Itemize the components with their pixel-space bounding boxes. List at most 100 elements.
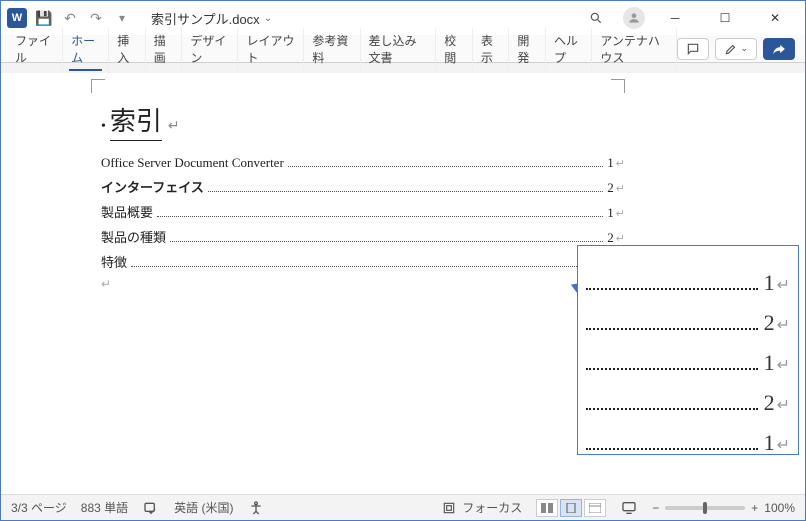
callout-page: 1 [764, 430, 775, 456]
tab-draw[interactable]: 描画 [146, 28, 183, 70]
tab-home[interactable]: ホーム [63, 28, 109, 70]
index-label: 製品概要 [101, 202, 153, 221]
zoom-slider[interactable] [665, 506, 745, 510]
tab-review[interactable]: 校閲 [436, 28, 473, 70]
share-button[interactable] [763, 38, 795, 60]
dot-leader [586, 362, 758, 370]
zoom-level[interactable]: 100% [764, 501, 795, 515]
zoom-out-button[interactable]: − [652, 501, 659, 515]
focus-mode-button[interactable]: フォーカス [442, 499, 522, 516]
dot-leader [208, 184, 603, 192]
dot-leader [586, 282, 758, 290]
print-layout-button[interactable] [560, 499, 582, 517]
callout-row: 1 ↵ [586, 270, 790, 296]
web-layout-button[interactable] [584, 499, 606, 517]
document-area[interactable]: • 索引 ↵ Office Server Document Converter … [1, 73, 805, 487]
user-avatar-icon[interactable] [623, 7, 645, 29]
view-mode-buttons [536, 499, 606, 517]
document-title[interactable]: 索引サンプル.docx ⌄ [151, 9, 272, 28]
index-list: Office Server Document Converter 1 ↵ インタ… [101, 155, 625, 292]
tab-help[interactable]: ヘルプ [546, 28, 592, 70]
word-count[interactable]: 883 単語 [81, 499, 128, 516]
tab-antenna-house[interactable]: アンテナハウス [592, 28, 677, 70]
bullet-icon: • [101, 119, 106, 135]
index-label: Office Server Document Converter [101, 155, 284, 171]
display-settings-icon[interactable] [620, 499, 638, 517]
index-heading: • 索引 ↵ [101, 101, 625, 141]
index-page: 2 [607, 230, 614, 246]
crop-mark-top-left [91, 79, 105, 93]
return-mark-icon: ↵ [777, 435, 790, 455]
zoom-control: − + 100% [652, 501, 795, 515]
undo-icon[interactable]: ↶ [61, 9, 79, 27]
redo-icon[interactable]: ↷ [87, 9, 105, 27]
document-name: 索引サンプル.docx [151, 9, 260, 28]
zoom-callout: 1 ↵ 2 ↵ 1 ↵ 2 ↵ 1 ↵ [577, 245, 799, 455]
return-mark-icon: ↵ [777, 355, 790, 375]
dot-leader [586, 322, 758, 330]
tab-layout[interactable]: レイアウト [238, 28, 304, 70]
qat-customize-icon[interactable]: ▾ [113, 9, 131, 27]
callout-row: 2 ↵ [586, 310, 790, 336]
index-entry: Office Server Document Converter 1 ↵ [101, 155, 625, 171]
index-page: 1 [607, 155, 614, 171]
spellcheck-icon[interactable] [142, 499, 160, 517]
chevron-down-icon: ⌄ [264, 13, 272, 24]
accessibility-icon[interactable] [247, 499, 265, 517]
callout-page: 2 [764, 310, 775, 336]
return-mark-icon: ↵ [777, 395, 790, 415]
tab-file[interactable]: ファイル [7, 28, 63, 70]
dot-leader [131, 259, 603, 267]
dot-leader [586, 442, 758, 450]
statusbar: 3/3 ページ 883 単語 英語 (米国) フォーカス − + 100% [1, 494, 805, 520]
callout-page: 1 [764, 350, 775, 376]
crop-mark-top-right [611, 79, 625, 93]
word-app-icon: W [7, 8, 27, 28]
dot-leader [586, 402, 758, 410]
index-page: 1 [607, 205, 614, 221]
editing-mode-button[interactable]: ⌄ [715, 38, 757, 60]
return-mark-icon: ↵ [168, 118, 180, 135]
return-mark-icon: ↵ [616, 157, 625, 170]
return-mark-icon: ↵ [616, 182, 625, 195]
index-label: 特徴 [101, 252, 127, 271]
maximize-button[interactable]: ☐ [705, 4, 745, 32]
return-mark-icon: ↵ [777, 315, 790, 335]
callout-row: 2 ↵ [586, 390, 790, 416]
callout-page: 2 [764, 390, 775, 416]
dot-leader [157, 209, 603, 217]
return-mark-icon: ↵ [616, 232, 625, 245]
zoom-in-button[interactable]: + [751, 501, 758, 515]
index-entry: 製品の種類 2 ↵ [101, 227, 625, 246]
read-mode-button[interactable] [536, 499, 558, 517]
callout-row: 1 ↵ [586, 430, 790, 456]
save-icon[interactable]: 💾 [35, 9, 53, 27]
page-content: • 索引 ↵ Office Server Document Converter … [101, 101, 625, 292]
heading-text: 索引 [110, 101, 162, 141]
index-page: 2 [607, 180, 614, 196]
index-entry: インターフェイス 2 ↵ [101, 177, 625, 196]
tab-view[interactable]: 表示 [473, 28, 510, 70]
dot-leader [170, 234, 603, 242]
index-entry: 製品概要 1 ↵ [101, 202, 625, 221]
tab-developer[interactable]: 開発 [509, 28, 546, 70]
index-entry: 特徴 1 ↵ [101, 252, 625, 271]
quick-access-toolbar: 💾 ↶ ↷ ▾ [35, 9, 131, 27]
return-mark-icon: ↵ [777, 275, 790, 295]
dot-leader [288, 159, 604, 167]
paragraph-mark-icon: ↵ [101, 277, 625, 292]
ribbon-tabs: ファイル ホーム 挿入 描画 デザイン レイアウト 参考資料 差し込み文書 校閲… [1, 35, 805, 63]
index-label: インターフェイス [101, 177, 204, 196]
tab-insert[interactable]: 挿入 [109, 28, 146, 70]
page-indicator[interactable]: 3/3 ページ [11, 499, 67, 516]
language-indicator[interactable]: 英語 (米国) [174, 499, 233, 516]
callout-row: 1 ↵ [586, 350, 790, 376]
tab-references[interactable]: 参考資料 [304, 28, 360, 70]
comments-button[interactable] [677, 38, 709, 60]
close-button[interactable]: ✕ [755, 4, 795, 32]
tab-mailings[interactable]: 差し込み文書 [361, 28, 437, 70]
callout-page: 1 [764, 270, 775, 296]
return-mark-icon: ↵ [616, 207, 625, 220]
tab-design[interactable]: デザイン [182, 28, 238, 70]
index-label: 製品の種類 [101, 227, 166, 246]
